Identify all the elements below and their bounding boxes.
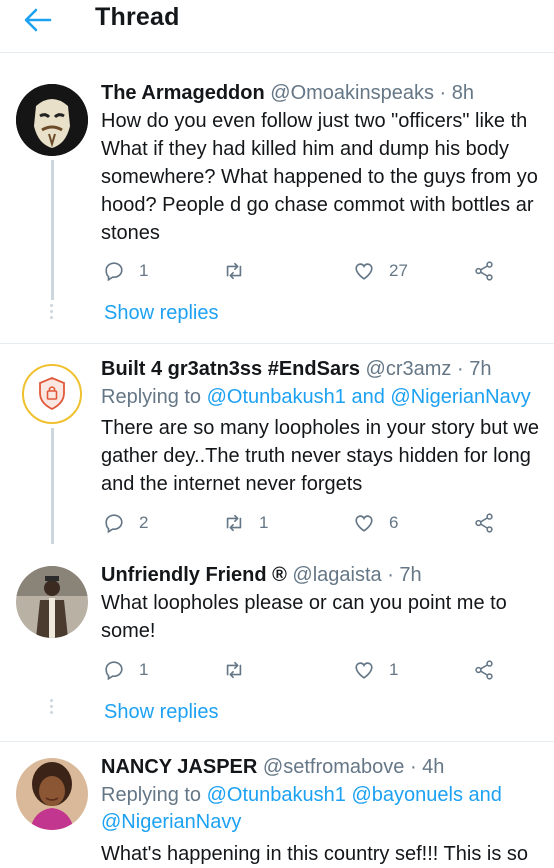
share-button[interactable] <box>473 510 495 536</box>
like-count: 6 <box>389 513 399 532</box>
share-icon <box>475 660 493 680</box>
arrow-left-icon <box>24 8 52 32</box>
tweet[interactable]: NANCY JASPER @setfromabove · 4h Replying… <box>0 742 554 868</box>
share-button[interactable] <box>473 657 495 683</box>
like-button[interactable]: 6 <box>353 510 398 536</box>
tweet-text: What's happening in this country sef!!! … <box>101 843 528 865</box>
display-name[interactable]: Built 4 gr3atn3ss #EndSars <box>101 358 360 380</box>
handle-time: @Omoakinspeaks · 8h <box>270 82 475 104</box>
display-name[interactable]: The Armageddon <box>101 82 265 104</box>
reply-count: 1 <box>139 660 149 679</box>
retweet-button[interactable]: 1 <box>223 510 268 536</box>
display-name[interactable]: NANCY JASPER <box>101 756 257 778</box>
tweet-actions: 2 1 6 <box>103 510 523 536</box>
mention-link[interactable]: @NigerianNavy <box>101 811 241 833</box>
tweet-header: Built 4 gr3atn3ss #EndSars @cr3amz · 7h <box>101 356 491 382</box>
heart-icon <box>355 263 373 280</box>
mention-link[interactable]: @Otunbakush1 and @NigerianNavy <box>207 386 531 408</box>
reply-icon <box>105 514 123 534</box>
retweet-icon <box>226 661 242 679</box>
tweet[interactable]: The Armageddon @Omoakinspeaks · 8h How d… <box>0 53 554 343</box>
tweet-header: The Armageddon @Omoakinspeaks · 8h <box>101 80 474 106</box>
page-title: Thread <box>95 3 180 31</box>
display-name[interactable]: Unfriendly Friend ® <box>101 564 287 586</box>
replying-to-continued: @NigerianNavy <box>101 809 241 835</box>
tweet[interactable]: Unfriendly Friend ® @lagaista · 7h What … <box>0 556 554 741</box>
show-replies-link[interactable]: Show replies <box>104 701 219 724</box>
reply-button[interactable]: 1 <box>103 258 148 284</box>
like-count: 27 <box>389 261 408 280</box>
tweet-actions: 1 27 <box>103 258 523 284</box>
share-icon <box>475 513 493 533</box>
like-button[interactable]: 1 <box>353 657 398 683</box>
mask-avatar-image <box>16 84 88 156</box>
heart-icon <box>355 515 373 532</box>
show-replies-link[interactable]: Show replies <box>104 302 219 325</box>
top-bar: Thread <box>0 0 554 53</box>
tweet-text: How do you even follow just two "officer… <box>101 110 538 244</box>
like-count: 1 <box>389 660 399 679</box>
handle-time: @cr3amz · 7h <box>365 358 492 380</box>
retweet-count: 1 <box>259 513 269 532</box>
avatar[interactable] <box>22 364 82 424</box>
replying-to: Replying to @Otunbakush1 @bayonuels and <box>101 784 502 806</box>
tweet[interactable]: Built 4 gr3atn3ss #EndSars @cr3amz · 7h … <box>0 344 554 544</box>
avatar[interactable] <box>16 758 88 830</box>
avatar[interactable] <box>16 566 88 638</box>
handle-time: @lagaista · 7h <box>292 564 422 586</box>
retweet-icon <box>226 514 242 532</box>
reply-button[interactable]: 2 <box>103 510 148 536</box>
mention-link[interactable]: @Otunbakush1 @bayonuels and <box>207 784 502 806</box>
handle-time: @setfromabove · 4h <box>262 756 445 778</box>
share-icon <box>475 261 493 281</box>
person-avatar-image <box>16 758 88 830</box>
tweet-text: What loopholes please or can you point m… <box>101 592 507 642</box>
thread-connector <box>51 160 54 300</box>
avatar[interactable] <box>16 84 88 156</box>
replying-to: Replying to @Otunbakush1 and @NigerianNa… <box>101 386 531 408</box>
tweet-header: Unfriendly Friend ® @lagaista · 7h <box>101 562 422 588</box>
thread-dots <box>50 304 54 322</box>
heart-icon <box>355 662 373 679</box>
share-button[interactable] <box>473 258 495 284</box>
tweet-text: There are so many loopholes in your stor… <box>101 417 539 495</box>
retweet-icon <box>226 262 242 280</box>
shield-lock-avatar-image <box>39 377 65 411</box>
retweet-button[interactable] <box>223 657 259 683</box>
tweet-actions: 1 1 <box>103 657 523 683</box>
reply-count: 2 <box>139 513 149 532</box>
thread-dots <box>50 699 54 717</box>
tweet-header: NANCY JASPER @setfromabove · 4h <box>101 754 444 780</box>
like-button[interactable]: 27 <box>353 258 408 284</box>
retweet-button[interactable] <box>223 258 259 284</box>
person-avatar-image <box>16 566 88 638</box>
reply-icon <box>105 262 123 282</box>
back-button[interactable] <box>22 6 54 34</box>
reply-count: 1 <box>139 261 149 280</box>
reply-icon <box>105 661 123 681</box>
thread-connector <box>51 428 54 544</box>
reply-button[interactable]: 1 <box>103 657 148 683</box>
